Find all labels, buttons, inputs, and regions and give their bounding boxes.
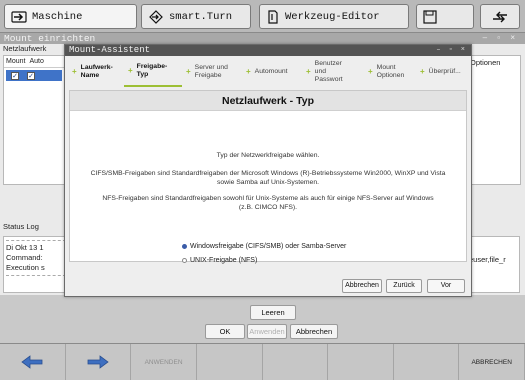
step-ueberpruefen[interactable]: + Überprüf... — [416, 57, 470, 87]
arrow-into-box-icon — [11, 10, 27, 23]
table-row[interactable]: ✓ ✓ — [6, 70, 62, 81]
tab-save[interactable] — [416, 4, 474, 29]
page-heading: Netzlaufwerk - Typ — [70, 91, 466, 111]
step-plus-icon: + — [186, 67, 191, 76]
step-label: Server und Freigabe — [194, 64, 228, 79]
step-label: Laufwerk-Name — [80, 64, 113, 79]
mode-tab-bar: Maschine smart.Turn Werkzeug-Editor — [0, 0, 525, 33]
window-controls: – ▫ × — [482, 33, 519, 42]
step-laufwerk-name[interactable]: + Laufwerk-Name — [68, 57, 124, 87]
tab-label: Maschine — [32, 10, 83, 23]
options-column: Optionen — [466, 55, 521, 185]
radio-unselected-icon[interactable] — [182, 258, 187, 263]
option-windows-share[interactable]: Windowsfreigabe (CIFS/SMB) oder Samba-Se… — [182, 243, 346, 250]
step-automount[interactable]: + Automount — [242, 57, 302, 87]
step-server-freigabe[interactable]: + Server und Freigabe — [182, 57, 242, 87]
step-plus-icon: + — [72, 67, 77, 76]
step-plus-icon: + — [420, 67, 425, 76]
floppy-disk-icon — [423, 9, 437, 24]
arrow-diamond-icon — [149, 9, 163, 24]
softkey-cancel[interactable]: ABBRECHEN — [459, 344, 525, 380]
softkey-empty[interactable] — [328, 344, 394, 380]
step-benutzer-passwort[interactable]: + Benutzer und Passwort — [302, 57, 364, 87]
window-title: Mount einrichten — [0, 33, 525, 44]
auto-checkbox[interactable]: ✓ — [27, 71, 35, 80]
dialog-window-controls: – ▫ × — [436, 45, 465, 56]
column-header-options: Optionen — [470, 58, 501, 67]
step-label: Mount Optionen — [376, 64, 405, 79]
step-plus-icon: + — [368, 67, 373, 76]
step-plus-icon: + — [128, 66, 133, 75]
ok-button[interactable]: OK — [205, 324, 245, 339]
dialog-title: Mount-Assistent – ▫ × — [65, 45, 471, 56]
step-plus-icon: + — [306, 67, 311, 76]
tab-smart-turn[interactable]: smart.Turn — [141, 4, 251, 29]
option-unix-share[interactable]: UNIX-Freigabe (NFS) — [182, 257, 257, 264]
step-label: Benutzer und Passwort — [314, 60, 343, 83]
status-log-label: Status Log — [3, 222, 39, 231]
wizard-steps: + Laufwerk-Name + Freigabe-Typ + Server … — [65, 57, 471, 87]
step-label: Freigabe-Typ — [136, 63, 168, 78]
tool-icon — [268, 9, 278, 24]
swap-arrows-icon — [493, 11, 507, 22]
nfs-description: NFS-Freigaben sind Standardfreigaben sow… — [102, 195, 434, 211]
log-line-right: euser,file_r — [469, 255, 506, 264]
softkey-empty[interactable] — [196, 344, 263, 380]
arrow-right-icon — [87, 355, 109, 369]
arrow-left-icon — [21, 355, 43, 369]
wizard-back-button[interactable]: Zurück — [386, 279, 422, 293]
step-label: Überprüf... — [428, 68, 461, 75]
tab-swap[interactable] — [480, 4, 520, 29]
radio-selected-icon[interactable] — [182, 244, 187, 249]
close-icon[interactable]: × — [461, 45, 465, 56]
mount-checkbox[interactable]: ✓ — [11, 71, 19, 80]
wizard-cancel-button[interactable]: Abbrechen — [342, 279, 382, 293]
screen: Maschine smart.Turn Werkzeug-Editor Moun… — [0, 0, 525, 380]
softkey-bar: ANWENDEN ABBRECHEN — [0, 343, 525, 380]
wizard-page: Netzlaufwerk - Typ Typ der Netzwerkfreig… — [69, 90, 467, 264]
tab-maschine[interactable]: Maschine — [4, 4, 137, 29]
dialog-title-text: Mount-Assistent — [69, 45, 151, 55]
option-label: UNIX-Freigabe (NFS) — [190, 257, 258, 264]
mount-wizard-dialog: Mount-Assistent – ▫ × + Laufwerk-Name + … — [64, 44, 472, 297]
cifs-description: CIFS/SMB-Freigaben sind Standardfreigabe… — [90, 170, 446, 186]
step-mount-optionen[interactable]: + Mount Optionen — [364, 57, 416, 87]
log-line: Command: — [6, 253, 43, 262]
softkey-empty[interactable] — [262, 344, 329, 380]
log-line: Di Okt 13 1 — [6, 243, 44, 252]
status-log-lines: Di Okt 13 1 Command: Execution s — [6, 240, 66, 276]
apply-button[interactable]: Anwenden — [247, 324, 287, 339]
network-drive-label: Netzlaufwerk — [3, 44, 47, 53]
tab-label: Werkzeug-Editor — [285, 10, 380, 23]
maximize-icon[interactable]: ▫ — [449, 45, 453, 56]
tab-label: smart.Turn — [169, 10, 233, 23]
option-label: Windowsfreigabe (CIFS/SMB) oder Samba-Se… — [190, 243, 347, 250]
step-freigabe-typ[interactable]: + Freigabe-Typ — [124, 57, 182, 87]
table-header: Mount Auto — [4, 56, 64, 68]
softkey-apply[interactable]: ANWENDEN — [131, 344, 197, 380]
step-plus-icon: + — [246, 67, 251, 76]
intro-text: Typ der Netzwerkfreigabe wählen. — [216, 152, 320, 159]
step-label: Automount — [254, 68, 288, 75]
column-header-auto: Auto — [29, 58, 44, 65]
clear-log-button[interactable]: Leeren — [250, 305, 296, 320]
softkey-forward[interactable] — [65, 344, 132, 380]
mount-table: Mount Auto ✓ ✓ — [3, 55, 65, 185]
log-line: Execution s — [6, 263, 45, 272]
softkey-empty[interactable] — [393, 344, 460, 380]
minimize-icon[interactable]: – — [436, 45, 440, 56]
tab-werkzeug-editor[interactable]: Werkzeug-Editor — [259, 4, 409, 29]
softkey-back[interactable] — [0, 344, 66, 380]
cancel-button[interactable]: Abbrechen — [290, 324, 338, 339]
wizard-next-button[interactable]: Vor — [427, 279, 465, 293]
column-header-mount: Mount — [6, 58, 26, 65]
